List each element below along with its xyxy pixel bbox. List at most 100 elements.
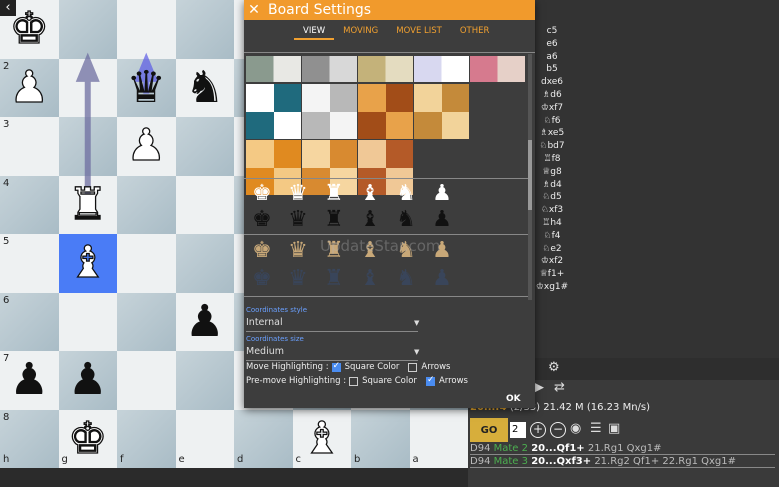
divider [244,234,529,235]
theme-sand[interactable] [358,56,413,82]
move-list-item[interactable]: ♖f8 [535,153,569,166]
coord-size-select[interactable]: Medium [246,346,284,357]
white-pawn[interactable]: ♟ [0,59,59,118]
queen-icon: ♛ [288,266,308,291]
theme-teal[interactable] [246,84,301,139]
pawn-icon: ♟ [432,181,452,206]
knight-icon: ♞ [396,266,416,291]
dropdown-arrow-icon[interactable]: ▼ [414,319,419,327]
list-icon[interactable]: ☰ [590,421,602,436]
theme-light-blue[interactable] [414,56,469,82]
theme-white-grey[interactable] [302,84,357,139]
move-list-item[interactable]: c5 [535,25,569,38]
close-icon[interactable]: ✕ [244,2,264,18]
engine-line-depth: D94 [470,443,491,454]
coord-size-label: Coordinates size [246,335,304,343]
white-bishop[interactable]: ♝ [59,234,118,293]
move-highlighting-label: Move Highlighting : [246,362,329,372]
watermark: UpdateStar.com [320,237,441,255]
arrows-label: Arrows [438,376,468,386]
theme-marble-green[interactable] [246,56,301,82]
pawn-icon: ♟ [432,266,452,291]
black-queen[interactable]: ♛ [117,59,176,118]
queen-icon: ♛ [288,207,308,232]
engine-line-rest: 21.Rg2 Qf1+ 22.Rg1 Qxg1# [591,456,736,467]
engine-line-best: 20...Qf1+ [531,443,585,454]
move-list-item[interactable]: ♗d4 [535,179,569,192]
move-list-item[interactable]: ♔xf2 [535,255,569,268]
coord-style-label: Coordinates style [246,306,308,314]
move-list-item[interactable]: ♔xg1# [535,281,569,294]
chip-icon[interactable]: ▣ [608,421,620,436]
move-list-item[interactable]: ♘e2 [535,243,569,256]
pieceset-classic-black[interactable]: ♚ ♛ ♜ ♝ ♞ ♟ [244,206,529,234]
engine-line-mate: Mate 3 [493,456,528,467]
divider [244,296,529,297]
move-list-item[interactable]: ♕g8 [535,166,569,179]
dropdown-arrow-icon[interactable]: ▼ [414,348,419,356]
theme-wood-light[interactable] [414,84,469,139]
move-list-item[interactable]: e6 [535,38,569,51]
square-color-label: Square Color [344,362,400,372]
black-knight[interactable]: ♞ [176,59,235,118]
coord-style-select[interactable]: Internal [246,317,283,328]
black-pawn[interactable]: ♟ [176,293,235,352]
lines-count-input[interactable]: 2 [510,422,526,438]
theme-wood-orange[interactable] [358,84,413,139]
theme-marble-grey[interactable] [302,56,357,82]
premove-arrows-checkbox[interactable] [425,375,435,386]
move-list-item[interactable]: ♗xe5 [535,127,569,140]
bishop-icon: ♝ [360,266,380,291]
move-list-item[interactable]: ♘f4 [535,230,569,243]
move-list-item[interactable]: dxe6 [535,76,569,89]
play-icon[interactable]: ▶ [534,380,544,395]
move-list-item[interactable]: ♘f6 [535,115,569,128]
plus-button[interactable]: + [530,422,546,438]
engine-line-best: 20...Qxf3+ [531,456,592,467]
engine-line[interactable]: D94 Mate 2 20...Qf1+ 21.Rg1 Qxg1# [470,442,775,455]
dialog-title: Board Settings [268,2,372,18]
rook-icon: ♜ [324,207,344,232]
divider [244,178,529,179]
premove-square-checkbox[interactable] [349,376,359,386]
theme-pink[interactable] [470,56,525,82]
move-list-item[interactable]: b5 [535,63,569,76]
eye-icon[interactable]: ◉ [570,421,581,436]
black-pawn[interactable]: ♟ [0,351,59,410]
back-arrow-icon[interactable]: ‹ [0,0,16,16]
move-list-item[interactable]: ♘bd7 [535,140,569,153]
move-hl-arrows-checkbox[interactable] [408,362,418,372]
pawn-icon: ♟ [432,207,452,232]
swap-icon[interactable]: ⇄ [554,380,565,395]
move-list-item[interactable]: a6 [535,51,569,64]
premove-highlighting-label: Pre-move Highlighting : [246,376,347,386]
pieceset-classic-white[interactable]: ♚ ♛ ♜ ♝ ♞ ♟ [244,180,529,208]
go-button[interactable]: GO [470,418,508,442]
move-list[interactable]: c5 e6 a6 b5 dxe6 ♗d6 ♔xf7 ♘f6 ♗xe5 ♘bd7 ♖f8 ♕g8 ♗d4 ♘… [535,25,569,294]
engine-line-rest: 21.Rg1 Qxg1# [584,443,662,454]
minus-button[interactable]: − [550,422,566,438]
knight-icon: ♞ [396,207,416,232]
ok-button[interactable]: OK [506,394,521,404]
pieceset-wood-dark[interactable]: ♚ ♛ ♜ ♝ ♞ ♟ [244,265,529,293]
move-list-item[interactable]: ♘xf3 [535,204,569,217]
white-rook[interactable]: ♜ [59,176,118,235]
engine-settings-icon[interactable]: ⚙ [548,360,560,375]
white-king[interactable]: ♚ [59,410,118,469]
king-icon: ♚ [252,238,272,263]
move-hl-square-checkbox[interactable] [331,361,341,372]
white-pawn[interactable]: ♟ [117,117,176,176]
move-list-item[interactable]: ♘d5 [535,191,569,204]
engine-line-depth: D94 [470,456,491,467]
gallery-scroll-thumb[interactable] [528,140,532,210]
engine-line-mate: Mate 2 [493,443,528,454]
move-list-item[interactable]: ♗d6 [535,89,569,102]
board-theme-gallery[interactable]: ♚ ♛ ♜ ♝ ♞ ♟ ♚ ♛ ♜ ♝ ♞ ♟ ♚ ♛ ♜ ♝ ♞ ♟ ♚ ♛ ♜ ♝ ♞ ♟ [244,36,535,300]
move-list-item[interactable]: ♕f1+ [535,268,569,281]
white-bishop[interactable]: ♝ [293,410,352,469]
knight-icon: ♞ [396,181,416,206]
move-list-item[interactable]: ♖h4 [535,217,569,230]
black-pawn[interactable]: ♟ [59,351,118,410]
engine-line[interactable]: D94 Mate 3 20...Qxf3+ 21.Rg2 Qf1+ 22.Rg1… [470,455,775,468]
move-list-item[interactable]: ♔xf7 [535,102,569,115]
